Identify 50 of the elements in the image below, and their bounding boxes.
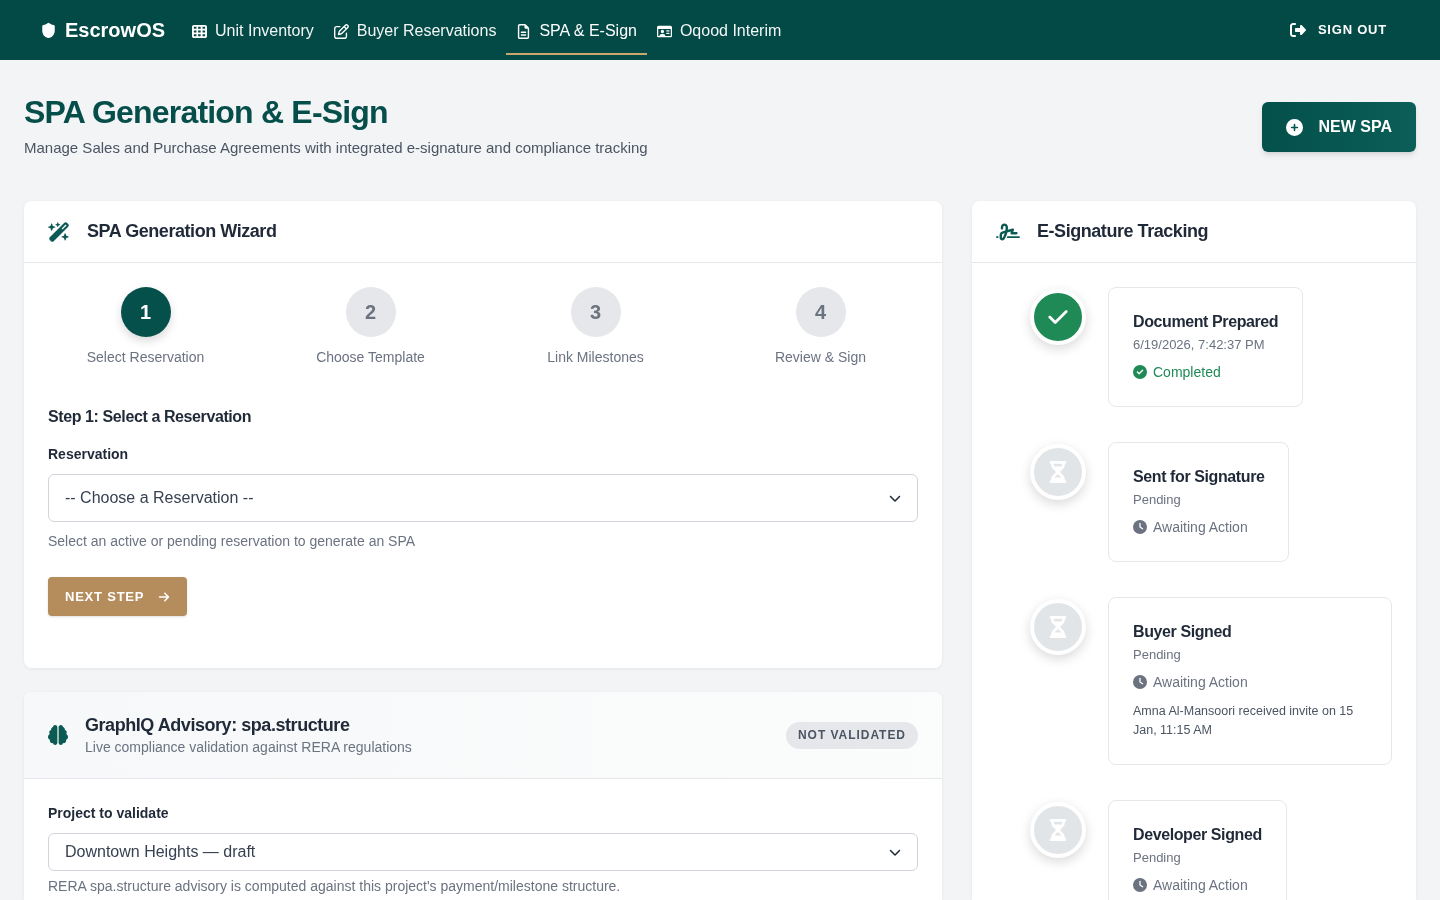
card-title: SPA Generation Wizard [87, 220, 277, 243]
brand-name: EscrowOS [65, 20, 166, 40]
clock-icon [1133, 520, 1147, 534]
step-label: Choose Template [316, 348, 425, 367]
magic-wand-icon [48, 220, 70, 243]
sign-out-icon [1289, 22, 1306, 38]
shield-icon [40, 20, 57, 40]
clock-icon [1133, 675, 1147, 689]
status-badge: NOT VALIDATED [785, 721, 918, 749]
new-spa-button[interactable]: NEW SPA [1261, 102, 1416, 152]
dropdown-select[interactable]: -- Choose a Reservation -- [48, 474, 918, 522]
step-label: Review & Sign [774, 348, 866, 367]
event-title: Buyer Signed [1133, 622, 1233, 642]
nav-tab[interactable]: SPA & E-Sign [506, 9, 647, 55]
event-status: Completed [1153, 363, 1221, 382]
event-detail: Pending [1133, 491, 1182, 509]
arrow-right-icon [158, 590, 171, 603]
event-title: Document Prepared [1133, 312, 1279, 332]
sign-out-button[interactable]: SIGN OUT [1289, 20, 1387, 40]
event-status: Awaiting Action [1153, 673, 1248, 692]
event-title: Sent for Signature [1133, 467, 1265, 487]
event-detail: Pending [1133, 849, 1182, 867]
document-icon [516, 23, 532, 39]
nav-tab[interactable]: Oqood Interim [646, 9, 792, 55]
help-text: RERA spa.structure advisory is computed against this project's payment/milestone structure. [48, 877, 622, 896]
card-title: GraphIQ Advisory: spa.structure [85, 714, 351, 737]
step-label: Select Reservation [86, 348, 205, 367]
event-status: Awaiting Action [1153, 518, 1248, 537]
event-status: Awaiting Action [1153, 876, 1248, 895]
event-note: Amna Al-Mansoori received invite on 15 Jan, 11:15 AM [1133, 703, 1355, 739]
id-card-icon [656, 23, 672, 39]
table-grid-icon [192, 23, 208, 39]
event-detail: 6/19/2026, 7:42:37 PM [1133, 336, 1266, 354]
signature-icon [996, 221, 1020, 242]
field-label: Reservation [48, 445, 130, 464]
nav-tab[interactable]: Buyer Reservations [323, 9, 507, 55]
field-label: Project to validate [48, 804, 170, 823]
page-subtitle: Manage Sales and Purchase Agreements with integrated e-signature and compliance tracking [24, 138, 648, 158]
dropdown-select[interactable]: Downtown Heights — draft [48, 833, 918, 871]
clock-icon [1133, 878, 1147, 892]
step-heading: Step 1: Select a Reservation [48, 407, 253, 427]
card-subtitle: Live compliance validation against RERA regulations [85, 738, 412, 757]
help-text: Select an active or pending reservation to generate an SPA [48, 532, 417, 551]
nav-tab[interactable]: Unit Inventory [182, 9, 324, 55]
page-title: SPA Generation & E-Sign [24, 93, 389, 132]
brain-icon [48, 725, 68, 745]
event-title: Developer Signed [1133, 825, 1262, 845]
step-label: Link Milestones [547, 348, 644, 367]
event-detail: Pending [1133, 646, 1182, 664]
card-title: E-Signature Tracking [1037, 220, 1209, 243]
